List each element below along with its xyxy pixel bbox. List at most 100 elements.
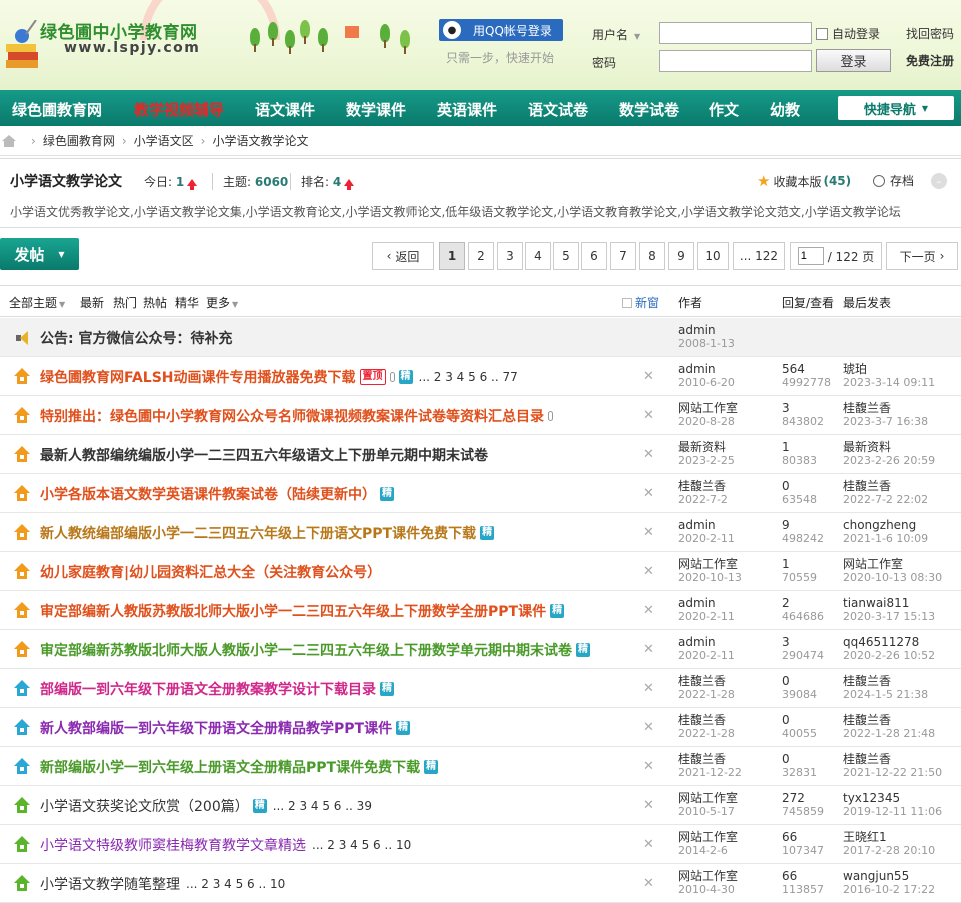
page-link[interactable]: 2 xyxy=(468,242,494,270)
author-link[interactable]: 网站工作室 xyxy=(678,557,742,571)
last-post-date[interactable]: 2024-1-5 21:38 xyxy=(843,688,928,702)
last-poster-link[interactable]: 琥珀 xyxy=(843,362,935,376)
topic-title[interactable]: 小学语文特级教师窦桂梅教育教学文章精选 xyxy=(40,835,306,855)
username-label[interactable]: 用户名 ▼ xyxy=(592,26,640,43)
last-poster-link[interactable]: chongzheng xyxy=(843,518,928,532)
new-post-button[interactable]: 发帖 ▼ xyxy=(0,238,79,270)
last-poster-link[interactable]: qq46511278 xyxy=(843,635,935,649)
topic-title[interactable]: 审定部编新人教版苏教版北师大版小学一二三四五六年级上下册数学全册PPT课件 xyxy=(40,601,546,621)
nav-item-composition[interactable]: 作文 xyxy=(709,99,739,120)
topic-title[interactable]: 新部编版小学一到六年级上册语文全册精品PPT课件免费下载 xyxy=(40,757,420,777)
topic-title[interactable]: 新人教统编部编版小学一二三四五六年级上下册语文PPT课件免费下载 xyxy=(40,523,476,543)
login-button[interactable]: 登录 xyxy=(816,49,891,72)
last-poster-link[interactable]: 王晓红1 xyxy=(843,830,935,844)
site-logo[interactable]: 绿色圃中小学教育网 www.lspjy.com xyxy=(4,8,244,84)
close-icon[interactable]: ✕ xyxy=(643,564,654,579)
author-link[interactable]: 网站工作室 xyxy=(678,869,738,883)
last-page-link[interactable]: ... 122 xyxy=(733,242,785,270)
page-link[interactable]: 10 xyxy=(697,242,729,270)
topic-page-links[interactable]: ... 2 3 4 5 6 .. 77 xyxy=(419,370,518,384)
forgot-password-link[interactable]: 找回密码 xyxy=(906,25,954,42)
author-link[interactable]: admin xyxy=(678,596,735,610)
topic-title[interactable]: 新人教部编版一到六年级下册语文全册精品教学PPT课件 xyxy=(40,718,392,738)
last-poster-link[interactable]: 桂馥兰香 xyxy=(843,479,928,493)
page-link[interactable]: 7 xyxy=(610,242,636,270)
page-link[interactable]: 1 xyxy=(439,242,465,270)
last-poster-link[interactable]: 桂馥兰香 xyxy=(843,401,928,415)
close-icon[interactable]: ✕ xyxy=(643,525,654,540)
last-poster-link[interactable]: 桂馥兰香 xyxy=(843,752,942,766)
filter-hot-posts[interactable]: 热帖 xyxy=(143,294,167,311)
last-post-date[interactable]: 2017-2-28 20:10 xyxy=(843,844,935,858)
close-icon[interactable]: ✕ xyxy=(643,486,654,501)
close-icon[interactable]: ✕ xyxy=(643,642,654,657)
forum-title[interactable]: 小学语文教学论文 xyxy=(10,171,122,191)
favorite-button[interactable]: ★ 收藏本版 (45) xyxy=(757,172,851,190)
close-icon[interactable]: ✕ xyxy=(643,369,654,384)
last-post-date[interactable]: 2016-10-2 17:22 xyxy=(843,883,935,897)
author-link[interactable]: admin xyxy=(678,518,735,532)
page-link[interactable]: 9 xyxy=(668,242,694,270)
last-poster-link[interactable]: 最新资料 xyxy=(843,440,935,454)
page-link[interactable]: 6 xyxy=(581,242,607,270)
nav-item-chinese-exam[interactable]: 语文试卷 xyxy=(528,99,588,120)
author-link[interactable]: 桂馥兰香 xyxy=(678,674,735,688)
auto-login-checkbox[interactable]: 自动登录 xyxy=(816,25,880,42)
last-post-date[interactable]: 2023-3-7 16:38 xyxy=(843,415,928,429)
password-input[interactable] xyxy=(659,50,812,72)
last-poster-link[interactable]: tyx12345 xyxy=(843,791,942,805)
topic-title[interactable]: 小学语文教学随笔整理 xyxy=(40,874,180,894)
page-link[interactable]: 8 xyxy=(639,242,665,270)
last-post-date[interactable]: 2021-1-6 10:09 xyxy=(843,532,928,546)
home-icon[interactable] xyxy=(2,134,16,147)
last-post-date[interactable]: 2019-12-11 11:06 xyxy=(843,805,942,819)
nav-item-video[interactable]: 教学视频辅导 xyxy=(134,99,224,120)
last-post-date[interactable]: 2023-2-26 20:59 xyxy=(843,454,935,468)
close-icon[interactable]: ✕ xyxy=(643,408,654,423)
quick-nav-button[interactable]: 快捷导航 ▼ xyxy=(838,96,954,120)
author-link[interactable]: 桂馥兰香 xyxy=(678,752,742,766)
topic-title[interactable]: 部编版一到六年级下册语文全册教案教学设计下载目录 xyxy=(40,679,376,699)
announcement-title[interactable]: 公告: 官方微信公众号：待补充 xyxy=(40,328,232,348)
filter-digest[interactable]: 精华 xyxy=(175,294,199,311)
last-poster-link[interactable]: 网站工作室 xyxy=(843,557,942,571)
page-jump-input[interactable] xyxy=(797,247,824,265)
last-post-date[interactable]: 2023-3-14 09:11 xyxy=(843,376,935,390)
last-post-date[interactable]: 2022-1-28 21:48 xyxy=(843,727,935,741)
qq-login-button[interactable]: ● 用QQ帐号登录 xyxy=(439,19,563,41)
topic-page-links[interactable]: ... 2 3 4 5 6 .. 10 xyxy=(186,877,285,891)
close-icon[interactable]: ✕ xyxy=(643,720,654,735)
nav-item-math-exam[interactable]: 数学试卷 xyxy=(619,99,679,120)
close-icon[interactable]: ✕ xyxy=(643,681,654,696)
author-link[interactable]: admin xyxy=(678,635,735,649)
close-icon[interactable]: ✕ xyxy=(643,603,654,618)
new-window-toggle[interactable]: 新窗 xyxy=(622,294,659,311)
close-icon[interactable]: ✕ xyxy=(643,759,654,774)
topic-title[interactable]: 小学各版本语文数学英语课件教案试卷（陆续更新中） xyxy=(40,484,376,504)
breadcrumb-item[interactable]: 小学语文区 xyxy=(134,132,194,149)
page-link[interactable]: 4 xyxy=(525,242,551,270)
last-poster-link[interactable]: 桂馥兰香 xyxy=(843,674,928,688)
close-icon[interactable]: ✕ xyxy=(643,447,654,462)
nav-item-home[interactable]: 绿色圃教育网 xyxy=(12,99,102,120)
filter-hot[interactable]: 热门 xyxy=(113,294,137,311)
author-link[interactable]: 桂馥兰香 xyxy=(678,479,728,493)
next-page-button[interactable]: 下一页 › xyxy=(886,242,958,270)
filter-latest[interactable]: 最新 xyxy=(80,294,104,311)
author-link[interactable]: admin xyxy=(678,362,735,376)
nav-item-math-courseware[interactable]: 数学课件 xyxy=(346,99,406,120)
author-link[interactable]: 网站工作室 xyxy=(678,401,738,415)
author-link[interactable]: 网站工作室 xyxy=(678,791,738,805)
last-poster-link[interactable]: tianwai811 xyxy=(843,596,935,610)
back-button[interactable]: ‹ 返回 xyxy=(372,242,434,270)
nav-item-english-courseware[interactable]: 英语课件 xyxy=(437,99,497,120)
username-input[interactable] xyxy=(659,22,812,44)
author-link[interactable]: admin xyxy=(678,323,735,337)
topic-title[interactable]: 幼儿家庭教育|幼儿园资料汇总大全（关注教育公众号） xyxy=(40,562,381,582)
last-post-date[interactable]: 2020-10-13 08:30 xyxy=(843,571,942,585)
last-post-date[interactable]: 2020-3-17 15:13 xyxy=(843,610,935,624)
topic-title[interactable]: 绿色圃教育网FALSH动画课件专用播放器免费下载 xyxy=(40,367,356,387)
nav-item-chinese-courseware[interactable]: 语文课件 xyxy=(255,99,315,120)
last-post-date[interactable]: 2020-2-26 10:52 xyxy=(843,649,935,663)
close-icon[interactable]: ✕ xyxy=(643,798,654,813)
